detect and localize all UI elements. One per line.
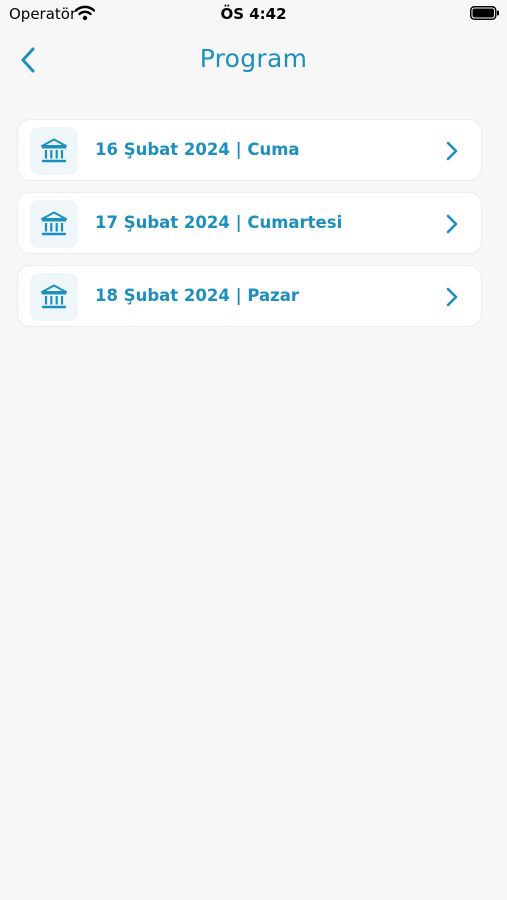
nav-bar: Program <box>0 34 507 86</box>
battery-icon <box>470 6 499 20</box>
day-label: 18 Şubat 2024 | Pazar <box>95 286 300 305</box>
chevron-right-icon <box>446 287 458 307</box>
page-title: Program <box>199 44 308 73</box>
status-bar: Operatör ÖS 4:42 <box>0 0 507 28</box>
day-item[interactable]: 17 Şubat 2024 | Cumartesi <box>17 192 482 254</box>
chevron-right-icon <box>446 141 458 161</box>
day-label: 16 Şubat 2024 | Cuma <box>95 140 300 159</box>
day-list: 16 Şubat 2024 | Cuma 17 Şubat 2024 | Cum… <box>17 119 482 327</box>
bank-icon <box>41 211 67 236</box>
chevron-right-icon <box>446 214 458 234</box>
icon-container <box>30 273 78 321</box>
day-label: 17 Şubat 2024 | Cumartesi <box>95 213 343 232</box>
bank-icon <box>41 138 67 163</box>
icon-container <box>30 127 78 175</box>
day-item[interactable]: 18 Şubat 2024 | Pazar <box>17 265 482 327</box>
icon-container <box>30 200 78 248</box>
status-time: ÖS 4:42 <box>220 5 287 23</box>
bank-icon <box>41 284 67 309</box>
day-item[interactable]: 16 Şubat 2024 | Cuma <box>17 119 482 181</box>
